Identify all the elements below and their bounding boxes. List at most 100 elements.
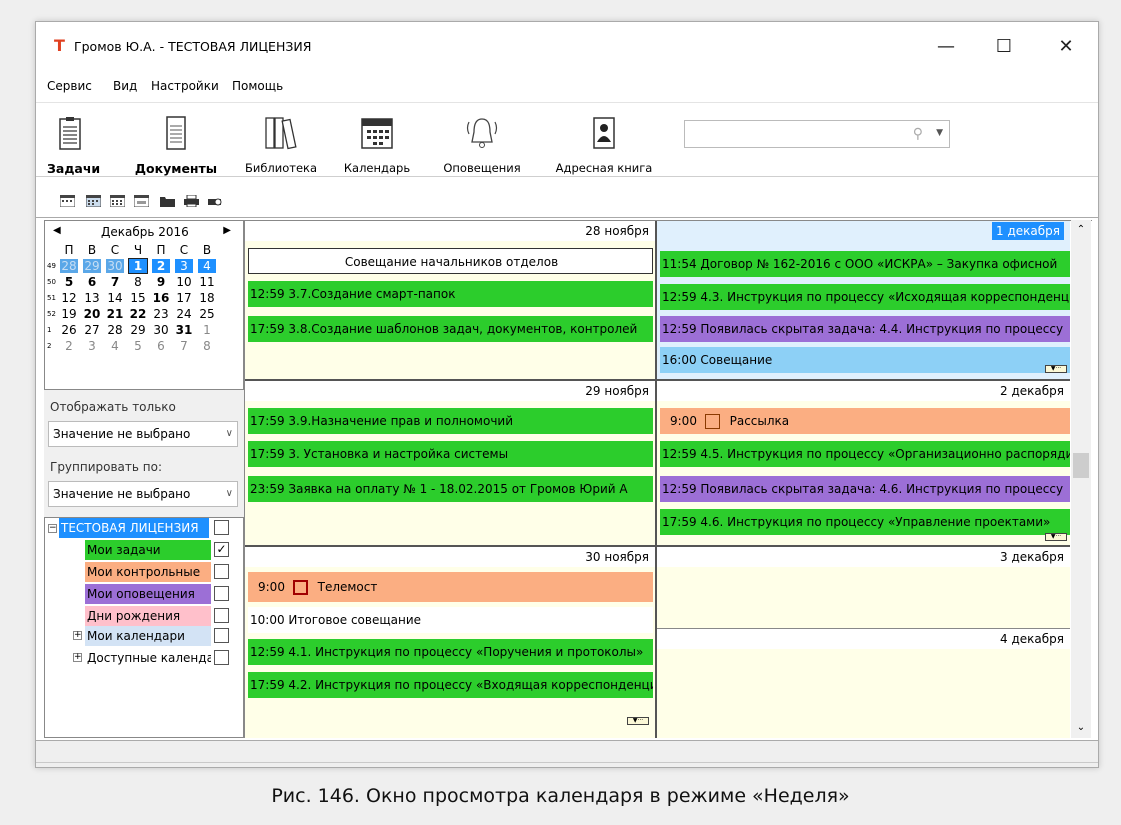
calendar-day[interactable]: 15 [129,291,147,305]
documents-button[interactable]: Документы [128,111,224,176]
expand-icon[interactable]: + [73,631,82,640]
calendar-day[interactable]: 4 [198,259,216,273]
calendar-day[interactable]: 1 [128,258,148,274]
calendar-day[interactable]: 2 [60,339,78,353]
calendar-day[interactable]: 3 [83,339,101,353]
calendar-day[interactable]: 10 [175,275,193,289]
prev-month-icon[interactable]: ◀ [53,225,61,236]
calendar-day[interactable]: 25 [198,307,216,321]
vertical-scrollbar[interactable]: ⌃ ⌄ [1071,220,1091,738]
scroll-up-icon[interactable]: ⌃ [1071,220,1091,240]
notifications-button[interactable]: Оповещения [440,111,524,175]
calendar-day[interactable]: 13 [83,291,101,305]
calendar-day[interactable]: 18 [198,291,216,305]
search-icon[interactable]: ⚲ [913,126,923,142]
calendar-day[interactable]: 14 [106,291,124,305]
month-view-icon[interactable] [110,195,125,207]
search-input[interactable]: ⚲ ▼ [684,120,950,148]
menu-service[interactable]: Сервис [47,79,92,93]
tree-item-my-tasks[interactable]: Мои задачи [85,540,211,560]
address-book-button[interactable]: Адресная книга [546,111,662,175]
calendar-day[interactable]: 8 [198,339,216,353]
my-controls-checkbox[interactable] [214,564,229,579]
calendar-day[interactable]: 6 [83,275,101,289]
event-final-meeting[interactable]: 10:00 Итоговое совещание [248,607,653,633]
day-cell-dec1[interactable]: 1 декабря 11:54 Договор № 162-2016 с ООО… [657,221,1070,381]
day-cell-nov30[interactable]: 30 ноября 9:00 Телемост 10:00 Итоговое с… [245,547,657,738]
tree-root-license[interactable]: ТЕСТОВАЯ ЛИЦЕНЗИЯ [59,518,209,538]
event-meeting-heads[interactable]: Совещание начальников отделов [248,248,653,274]
close-button[interactable]: ✕ [1046,32,1086,62]
event-smart-folders[interactable]: 12:59 3.7.Создание смарт-папок [248,281,653,307]
more-events-icon[interactable]: ▼··· [1045,533,1067,541]
more-events-icon[interactable]: ▼··· [627,717,649,725]
day-cell-nov28[interactable]: 28 ноября Совещание начальников отделов … [245,221,657,381]
calendar-day[interactable]: 31 [175,323,193,337]
event-instr-4-3[interactable]: 12:59 4.3. Инструкция по процессу «Исход… [660,284,1070,310]
menu-help[interactable]: Помощь [232,79,283,93]
event-instr-4-5[interactable]: 12:59 4.5. Инструкция по процессу «Орган… [660,441,1070,467]
calendar-day[interactable]: 30 [106,259,124,273]
calendar-day[interactable]: 21 [106,307,124,321]
event-instr-4-1[interactable]: 12:59 4.1. Инструкция по процессу «Поруч… [248,639,653,665]
event-contract-162[interactable]: 11:54 Договор № 162-2016 с ООО «ИСКРА» –… [660,251,1070,277]
calendar-day[interactable]: 28 [60,259,78,273]
calendar-day[interactable]: 27 [83,323,101,337]
next-month-icon[interactable]: ▶ [223,225,231,236]
calendar-day[interactable]: 11 [198,275,216,289]
calendar-day[interactable]: 5 [60,275,78,289]
calendar-day[interactable]: 4 [106,339,124,353]
my-notifications-checkbox[interactable] [214,586,229,601]
calendar-day[interactable]: 7 [175,339,193,353]
event-payment-request[interactable]: 23:59 Заявка на оплату № 1 - 18.02.2015 … [248,476,653,502]
calendar-day[interactable]: 29 [83,259,101,273]
calendar-day[interactable]: 28 [106,323,124,337]
week-view-icon[interactable] [86,195,101,207]
menu-view[interactable]: Вид [113,79,137,93]
event-checkbox[interactable] [704,414,720,429]
group-by-dropdown[interactable]: Значение не выбрано ∨ [48,481,238,507]
calendar-day[interactable]: 8 [129,275,147,289]
calendar-day[interactable]: 19 [60,307,78,321]
tasks-button[interactable]: Задачи [47,111,100,176]
event-telemost[interactable]: 9:00 Телемост [248,572,653,602]
day-cell-dec2[interactable]: 2 декабря 9:00 Рассылка 12:59 4.5. Инстр… [657,381,1070,547]
day-cell-nov29[interactable]: 29 ноября 17:59 3.9.Назначение прав и по… [245,381,657,547]
more-events-icon[interactable]: ▼··· [1045,365,1067,373]
event-hidden-4-4[interactable]: 12:59 Появилась скрытая задача: 4.4. Инс… [660,316,1070,342]
scroll-down-icon[interactable]: ⌄ [1071,718,1091,738]
maximize-button[interactable]: ☐ [984,32,1024,62]
day-view-icon[interactable] [60,195,75,207]
folder-icon[interactable] [160,195,175,207]
calendar-day[interactable]: 16 [152,291,170,305]
collapse-icon[interactable]: − [48,524,57,533]
day-cell-dec4[interactable]: 4 декабря [657,629,1070,738]
calendar-day[interactable]: 7 [106,275,124,289]
event-checkbox[interactable] [292,580,308,595]
calendar-day[interactable]: 1 [198,323,216,337]
library-button[interactable]: Библиотека [241,111,321,175]
my-calendars-checkbox[interactable] [214,628,229,643]
calendar-day[interactable]: 20 [83,307,101,321]
event-meeting[interactable]: 16:00 Совещание [660,347,1070,373]
scroll-thumb[interactable] [1073,453,1089,478]
calendar-day[interactable]: 30 [152,323,170,337]
calendar-day[interactable]: 3 [175,259,193,273]
calendar-day[interactable]: 17 [175,291,193,305]
search-dropdown-icon[interactable]: ▼ [936,128,943,138]
year-view-icon[interactable] [134,195,149,207]
event-install[interactable]: 17:59 3. Установка и настройка системы [248,441,653,467]
calendar-day[interactable]: 2 [152,259,170,273]
minimize-button[interactable]: — [926,32,966,62]
calendar-day[interactable]: 26 [60,323,78,337]
menu-settings[interactable]: Настройки [151,79,219,93]
calendar-day[interactable]: 23 [152,307,170,321]
expand-icon[interactable]: + [73,653,82,662]
tree-item-my-notifications[interactable]: Мои оповещения [85,584,211,604]
calendar-day[interactable]: 29 [129,323,147,337]
calendar-day[interactable]: 9 [152,275,170,289]
day-cell-dec3[interactable]: 3 декабря [657,547,1070,629]
birthdays-checkbox[interactable] [214,608,229,623]
event-instr-4-2[interactable]: 17:59 4.2. Инструкция по процессу «Входя… [248,672,653,698]
calendar-day[interactable]: 24 [175,307,193,321]
